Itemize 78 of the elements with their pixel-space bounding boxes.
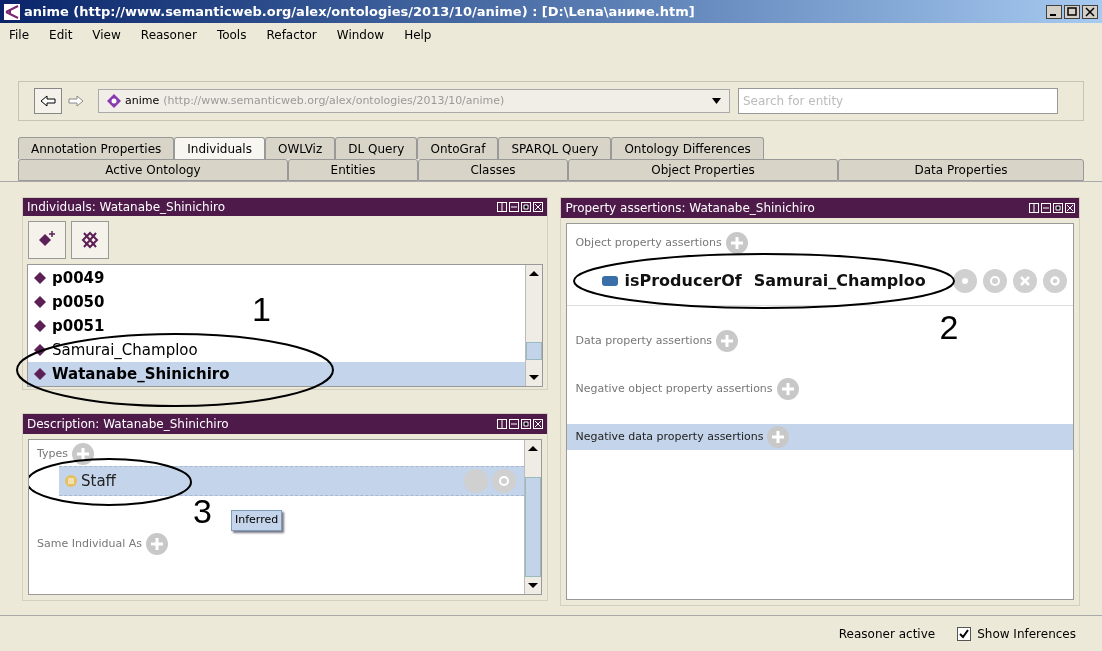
menu-item[interactable]: Reasoner — [140, 26, 197, 44]
maximize-icon[interactable] — [1064, 4, 1080, 19]
panel-title: Individuals: Watanabe_Shinichiro — [27, 199, 226, 216]
tab[interactable]: Ontology Differences — [611, 137, 764, 159]
class-icon — [65, 475, 77, 487]
reasoner-status: Reasoner active — [838, 625, 936, 643]
menu-item[interactable]: Tools — [216, 26, 247, 44]
crossed-diamond-icon — [80, 230, 100, 250]
assertion-property: isProducerOf — [624, 269, 742, 292]
panel-title: Property assertions: Watanabe_Shinichiro — [565, 200, 815, 217]
menu-item[interactable]: Help — [404, 26, 432, 44]
ontology-icon — [107, 94, 121, 108]
individual-icon — [34, 296, 46, 308]
tab[interactable]: Annotation Properties — [18, 137, 175, 159]
section-label: Types — [37, 445, 68, 462]
individual-item[interactable]: p0050 — [28, 290, 111, 314]
checkbox-label: Show Inferences — [977, 625, 1076, 643]
ontology-selector[interactable]: anime (http://www.semanticweb.org/alex/ontologies/2013/10/anime) — [98, 89, 730, 113]
scroll-thumb[interactable] — [526, 342, 543, 360]
tab[interactable]: Data Properties — [838, 159, 1084, 181]
section-label: Negative object property assertions — [575, 380, 773, 397]
tab[interactable]: OWLViz — [264, 137, 336, 159]
close-icon[interactable] — [1082, 4, 1098, 19]
menu-item[interactable]: Edit — [49, 26, 73, 44]
tab[interactable]: Object Properties — [568, 159, 838, 181]
panel-controls-icon[interactable] — [1029, 202, 1075, 214]
window-title: anime (http://www.semanticweb.org/alex/ontologies/2013/10/anime) : [D:\Lena\аниме.htm] — [24, 2, 696, 21]
individual-icon — [34, 272, 46, 284]
tab[interactable]: Entities — [288, 159, 418, 181]
tab[interactable]: Individuals — [174, 137, 265, 159]
ontology-iri: (http://www.semanticweb.org/alex/ontologies/2013/10/anime) — [163, 92, 506, 109]
menu-item[interactable]: View — [92, 26, 121, 44]
add-icon[interactable] — [725, 232, 748, 254]
scrollbar[interactable] — [524, 440, 542, 594]
back-button[interactable] — [34, 88, 62, 114]
individual-item[interactable]: Watanabe_Shinichiro — [28, 362, 526, 386]
section-label: Negative data property assertions — [575, 428, 764, 445]
section-label: Same Individual As — [37, 535, 143, 552]
property-icon — [602, 275, 619, 286]
search-field[interactable]: Search for entity — [738, 88, 1058, 114]
menu-item[interactable]: Window — [336, 26, 385, 44]
annotation-number: 1 — [252, 292, 271, 326]
annotation-number: 2 — [939, 310, 959, 344]
help-icon[interactable] — [953, 268, 977, 293]
left-arrow-icon — [40, 95, 56, 107]
section-label: Object property assertions — [575, 234, 722, 251]
panel-controls-icon[interactable] — [497, 201, 544, 213]
individual-icon — [34, 344, 46, 356]
menu-item[interactable]: File — [9, 26, 30, 44]
panel-controls-icon[interactable] — [497, 418, 544, 430]
right-arrow-icon — [68, 95, 84, 107]
type-label: Staff — [81, 470, 117, 492]
annotation-number: 3 — [193, 494, 212, 528]
individual-icon — [34, 320, 46, 332]
panel-title: Description: Watanabe_Shinichiro — [27, 416, 229, 433]
ontology-name: anime — [125, 92, 160, 109]
dropdown-caret-icon — [712, 98, 721, 104]
tab[interactable]: Classes — [418, 159, 568, 181]
assertion-value: Samurai_Champloo — [753, 269, 927, 292]
individual-item[interactable]: p0049 — [28, 266, 111, 290]
scroll-thumb[interactable] — [525, 477, 542, 577]
individual-item[interactable]: Samurai_Champloo — [28, 338, 204, 362]
minimize-icon[interactable] — [1046, 4, 1062, 19]
tab[interactable]: Active Ontology — [18, 159, 288, 181]
add-icon[interactable] — [72, 443, 94, 465]
tab[interactable]: SPARQL Query — [498, 137, 612, 159]
scrollbar[interactable] — [525, 265, 543, 386]
menu-item[interactable]: Refactor — [266, 26, 317, 44]
app-icon — [4, 3, 20, 20]
tooltip: Inferred — [231, 510, 283, 531]
tab[interactable]: OntoGraf — [417, 137, 499, 159]
individual-item[interactable]: p0051 — [28, 314, 111, 338]
show-inferences-checkbox[interactable] — [957, 626, 972, 641]
section-label: Data property assertions — [575, 332, 713, 349]
individual-icon — [34, 368, 46, 380]
delete-individual-button[interactable] — [71, 221, 109, 259]
add-individual-button[interactable] — [28, 221, 66, 259]
tab[interactable]: DL Query — [335, 137, 418, 159]
